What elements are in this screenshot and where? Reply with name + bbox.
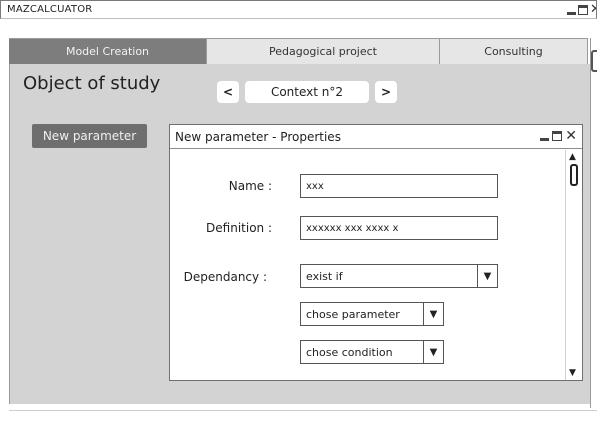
parameter-select[interactable]: chose parameter ▼: [300, 302, 444, 326]
name-field[interactable]: xxx: [300, 174, 498, 198]
definition-field[interactable]: xxxxxx xxx xxxx x: [300, 216, 498, 240]
dropdown-arrow-icon[interactable]: ▼: [423, 303, 443, 325]
outer-scrollbar[interactable]: [590, 38, 597, 408]
scroll-up-icon[interactable]: ▲: [569, 152, 576, 162]
name-label: Name :: [228, 179, 272, 193]
main-tabs: Model Creation Pedagogical project Consu…: [9, 38, 588, 64]
dialog-window-controls: ✕: [540, 130, 577, 142]
tab-model-creation[interactable]: Model Creation: [9, 38, 207, 64]
app-title: MAZCALCUATOR: [7, 4, 93, 15]
tab-consulting[interactable]: Consulting: [440, 38, 588, 64]
maximize-icon[interactable]: [552, 131, 563, 141]
parameter-properties-dialog: New parameter - Properties ✕ Name : xxx …: [169, 124, 583, 381]
new-parameter-button[interactable]: New parameter: [32, 124, 147, 148]
context-prev-button[interactable]: <: [217, 81, 239, 103]
minimize-icon[interactable]: [567, 12, 576, 15]
status-divider: [9, 410, 597, 411]
dialog-scroll-thumb[interactable]: [570, 164, 578, 186]
dialog-title: New parameter - Properties: [175, 130, 341, 144]
condition-select-value: chose condition: [306, 345, 393, 359]
dropdown-arrow-icon[interactable]: ▼: [423, 341, 443, 363]
outer-scroll-thumb[interactable]: [591, 50, 597, 72]
page-title: Object of study: [23, 73, 161, 94]
window-controls: ✕: [567, 3, 596, 17]
dependancy-select[interactable]: exist if ▼: [300, 264, 498, 288]
parameter-select-value: chose parameter: [306, 307, 400, 321]
dependancy-select-value: exist if: [306, 269, 343, 283]
maximize-icon[interactable]: [578, 5, 588, 15]
tab-pedagogical-project[interactable]: Pedagogical project: [207, 38, 440, 64]
context-next-button[interactable]: >: [375, 81, 397, 103]
dialog-scrollbar[interactable]: ▲ ▼: [565, 150, 582, 380]
condition-select[interactable]: chose condition ▼: [300, 340, 444, 364]
minimize-icon[interactable]: [540, 138, 550, 141]
context-label: Context n°2: [245, 81, 369, 103]
close-icon[interactable]: ✕: [590, 4, 596, 16]
app-window: MAZCALCUATOR ✕ Model Creation Pedagogica…: [0, 0, 597, 433]
definition-label: Definition :: [206, 221, 272, 235]
dropdown-arrow-icon[interactable]: ▼: [477, 265, 497, 287]
close-icon[interactable]: ✕: [565, 130, 577, 142]
app-titlebar: MAZCALCUATOR ✕: [0, 0, 597, 19]
dependancy-label: Dependancy :: [183, 270, 267, 284]
chevron-right-icon: >: [380, 85, 392, 99]
dialog-titlebar: New parameter - Properties ✕: [170, 125, 582, 149]
scroll-down-icon[interactable]: ▼: [569, 368, 576, 378]
chevron-left-icon: <: [222, 85, 234, 99]
